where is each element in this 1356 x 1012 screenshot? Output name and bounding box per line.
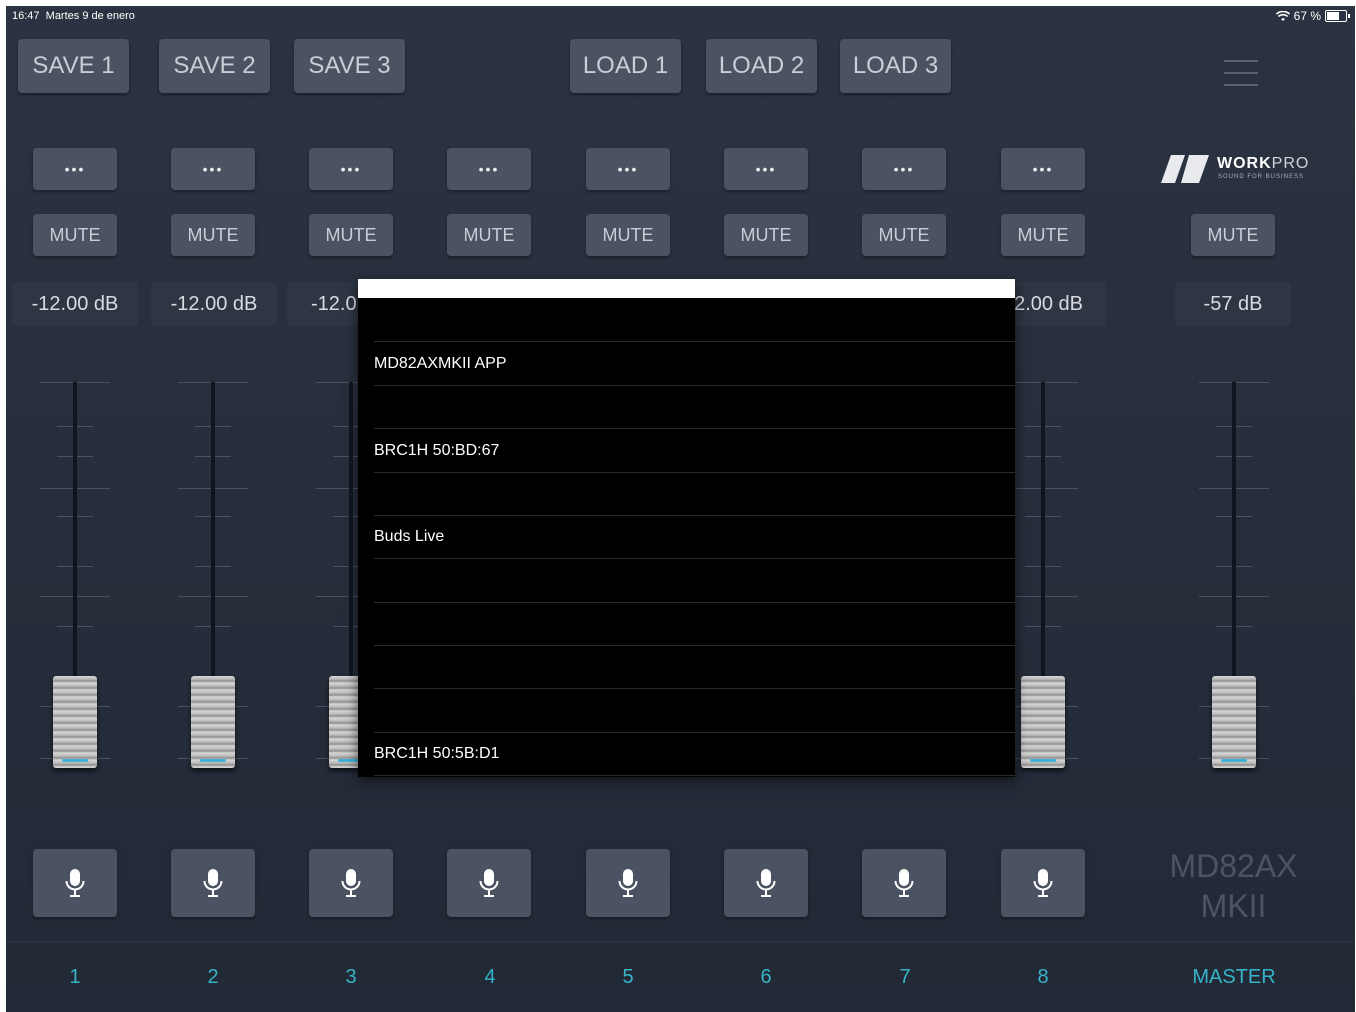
master-mute-button[interactable]: MUTE <box>1191 214 1275 256</box>
battery-percent: 67 % <box>1293 9 1321 23</box>
channel-4-label: 4 <box>484 966 496 988</box>
channel-3-label: 3 <box>345 966 357 988</box>
channel-1-options-button[interactable]: ••• <box>33 148 117 190</box>
workpro-logo-icon <box>1161 155 1209 183</box>
channel-8-options-button[interactable]: ••• <box>1001 148 1085 190</box>
device-list-item[interactable] <box>374 645 1015 689</box>
channel-5-options-button[interactable]: ••• <box>586 148 670 190</box>
microphone-icon <box>479 869 499 897</box>
model-name: MD82AX MKII <box>1156 846 1311 926</box>
microphone-icon <box>894 869 914 897</box>
device-list-item[interactable] <box>374 602 1015 646</box>
channel-7-options-button[interactable]: ••• <box>862 148 946 190</box>
channel-3-options-button[interactable]: ••• <box>309 148 393 190</box>
channel-1-label: 1 <box>69 966 81 988</box>
status-right: 67 % <box>1275 9 1350 23</box>
channel-4-mic-button[interactable] <box>447 849 531 917</box>
channel-2-options-button[interactable]: ••• <box>171 148 255 190</box>
status-date: Martes 9 de enero <box>45 10 135 22</box>
channel-5-label: 5 <box>622 966 634 988</box>
microphone-icon <box>203 869 223 897</box>
master-level: -57 dB <box>1175 282 1291 326</box>
channel-2-label: 2 <box>207 966 219 988</box>
save-1-button[interactable]: SAVE 1 <box>18 39 129 93</box>
device-list-item[interactable] <box>374 559 1015 603</box>
footer-divider <box>6 941 1355 942</box>
channel-2-fader[interactable] <box>178 376 248 776</box>
channel-2-mute-button[interactable]: MUTE <box>171 214 255 256</box>
channel-1-fader[interactable] <box>40 376 110 776</box>
battery-icon <box>1325 10 1350 22</box>
load-2-button[interactable]: LOAD 2 <box>706 39 817 93</box>
channel-3-mic-button[interactable] <box>309 849 393 917</box>
workpro-logo: WORKPRO SOUND FOR BUSINESS <box>1161 151 1321 187</box>
brand-tagline: SOUND FOR BUSINESS <box>1218 174 1305 180</box>
load-1-button[interactable]: LOAD 1 <box>570 39 681 93</box>
load-3-button[interactable]: LOAD 3 <box>840 39 951 93</box>
mixer-app: 16:47 Martes 9 de enero 67 % SAVE 1 SAVE… <box>6 6 1355 1012</box>
master-fader[interactable] <box>1199 376 1269 776</box>
channel-4-options-button[interactable]: ••• <box>447 148 531 190</box>
channel-8-label: 8 <box>1037 966 1049 988</box>
channel-5-mic-button[interactable] <box>586 849 670 917</box>
channel-7-mic-button[interactable] <box>862 849 946 917</box>
model-name-line1: MD82AX <box>1169 848 1298 884</box>
microphone-icon <box>756 869 776 897</box>
brand-name-light: PRO <box>1271 155 1310 172</box>
channel-6-mic-button[interactable] <box>724 849 808 917</box>
channel-8-mic-button[interactable] <box>1001 849 1085 917</box>
channel-7-label: 7 <box>899 966 911 988</box>
save-2-button[interactable]: SAVE 2 <box>159 39 270 93</box>
microphone-icon <box>341 869 361 897</box>
wifi-icon <box>1275 10 1290 21</box>
channel-1-mute-button[interactable]: MUTE <box>33 214 117 256</box>
device-list-item[interactable]: MD82AXMKII APP <box>374 342 1015 386</box>
device-list-item[interactable] <box>374 689 1015 733</box>
channel-6-options-button[interactable]: ••• <box>724 148 808 190</box>
microphone-icon <box>618 869 638 897</box>
channel-3-mute-button[interactable]: MUTE <box>309 214 393 256</box>
channel-2-level: -12.00 dB <box>151 282 277 326</box>
brand-name: WORKPRO <box>1217 155 1309 173</box>
channel-2-fader-knob[interactable] <box>191 676 235 768</box>
toolbar-divider <box>6 124 1355 125</box>
microphone-icon <box>1033 869 1053 897</box>
channel-7-mute-button[interactable]: MUTE <box>862 214 946 256</box>
status-time-date: 16:47 Martes 9 de enero <box>12 10 135 22</box>
channel-6-label: 6 <box>760 966 772 988</box>
channel-1-level: -12.00 dB <box>12 282 138 326</box>
device-list-item[interactable]: BRC1H 50:5B:D1 <box>374 732 1015 776</box>
popup-header <box>358 279 1015 298</box>
status-bar: 16:47 Martes 9 de enero 67 % <box>6 6 1355 26</box>
device-list-item[interactable]: BRC1H 50:BD:67 <box>374 429 1015 473</box>
model-name-line2: MKII <box>1200 888 1267 924</box>
status-time: 16:47 <box>12 10 40 22</box>
channel-8-fader[interactable] <box>1008 376 1078 776</box>
channel-1-fader-knob[interactable] <box>53 676 97 768</box>
channel-8-mute-button[interactable]: MUTE <box>1001 214 1085 256</box>
master-label: MASTER <box>1192 966 1276 988</box>
device-list-item[interactable] <box>374 298 1015 342</box>
channel-4-mute-button[interactable]: MUTE <box>447 214 531 256</box>
channel-2-mic-button[interactable] <box>171 849 255 917</box>
master-fader-knob[interactable] <box>1212 676 1256 768</box>
device-list-item[interactable] <box>374 385 1015 429</box>
channel-8-fader-knob[interactable] <box>1021 676 1065 768</box>
hamburger-menu-icon[interactable] <box>1224 60 1258 96</box>
device-list-popup: MD82AXMKII APP BRC1H 50:BD:67 Buds Live … <box>358 279 1015 777</box>
device-list-item[interactable]: Buds Live <box>374 515 1015 559</box>
save-3-button[interactable]: SAVE 3 <box>294 39 405 93</box>
microphone-icon <box>65 869 85 897</box>
channel-5-mute-button[interactable]: MUTE <box>586 214 670 256</box>
device-list-item[interactable] <box>374 472 1015 516</box>
brand-name-bold: WORK <box>1217 155 1272 172</box>
channel-6-mute-button[interactable]: MUTE <box>724 214 808 256</box>
channel-1-mic-button[interactable] <box>33 849 117 917</box>
